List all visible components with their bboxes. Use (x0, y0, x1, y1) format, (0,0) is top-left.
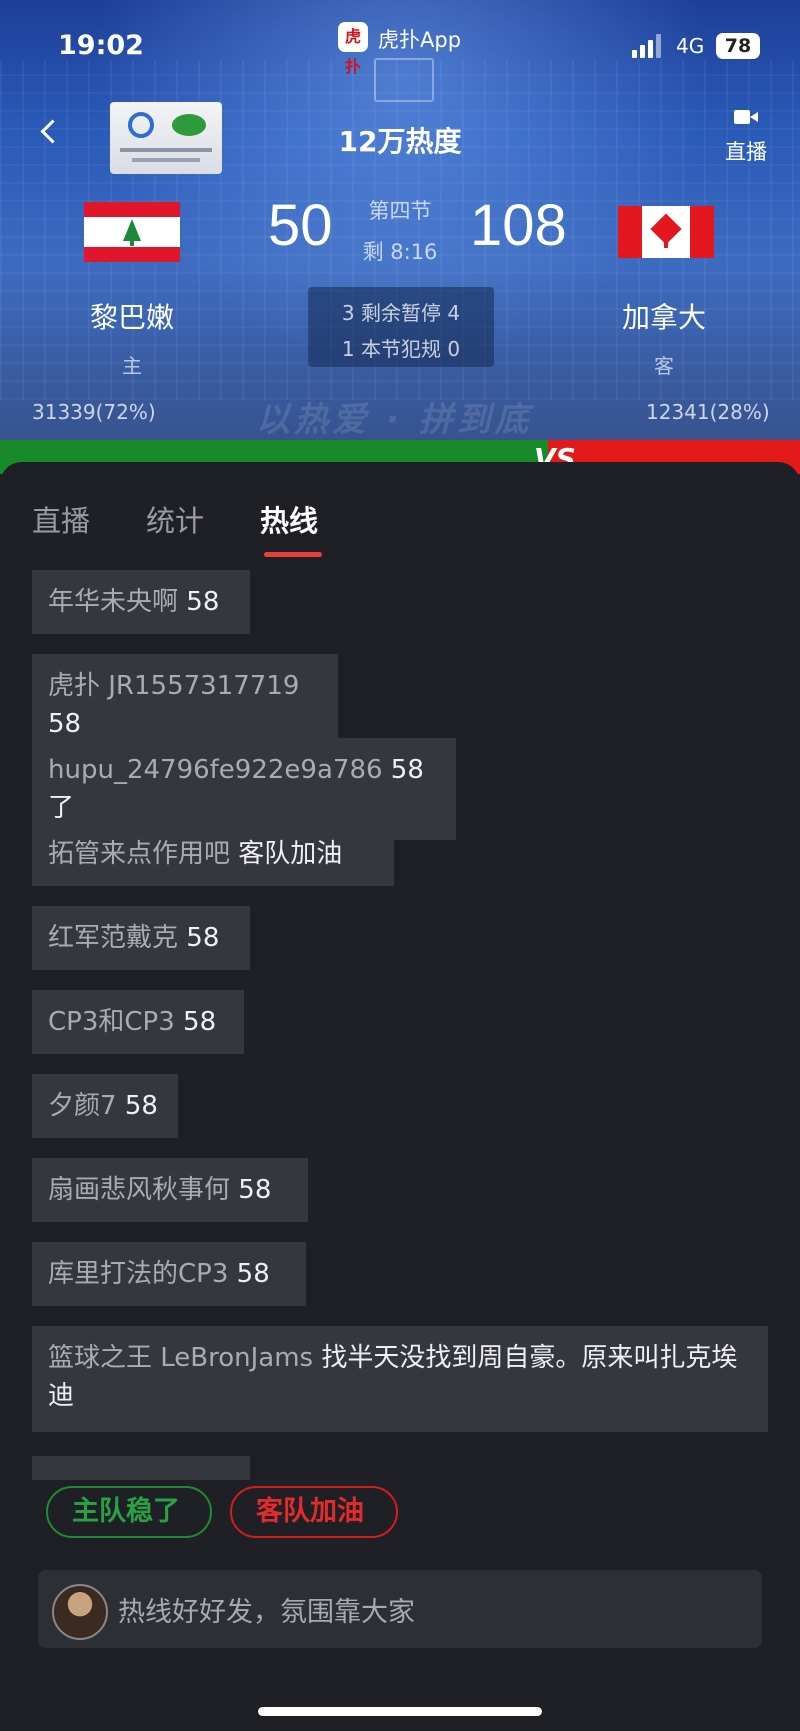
game-period: 第四节 (368, 199, 432, 223)
message-item[interactable]: 夕颜7 58 (32, 1074, 178, 1138)
message-text: 58 (124, 1091, 158, 1121)
message-text: 客队加油 (238, 839, 343, 869)
message-item[interactable]: 红军范戴克 58 (32, 906, 250, 970)
fiba-world-cup-logo (110, 102, 222, 174)
message-user: 虎扑 JR1557317719 (48, 671, 300, 701)
period-fouls: 1 本节犯规 0 (341, 337, 461, 361)
message-item[interactable]: CP3和CP3 58 (32, 990, 244, 1054)
tab-bar: 直播 统计 热线 (0, 462, 800, 558)
message-text: 58 (183, 1007, 217, 1037)
tab-hotline[interactable]: 热线 (260, 498, 318, 540)
user-avatar (52, 1584, 108, 1640)
message-user: 扇画悲风秋事何 (48, 1175, 231, 1205)
home-support-count: 31339(72%) (32, 400, 156, 424)
battery-icon: 78 (716, 33, 760, 59)
live-button-label: 直播 (725, 140, 767, 164)
message-user: 拓管来点作用吧 (48, 839, 231, 869)
quick-reply-away-button[interactable]: 客队加油 (230, 1486, 398, 1538)
live-button[interactable]: 直播 (720, 110, 770, 164)
away-score: 108 (470, 193, 567, 258)
message-user: 篮球之王 LeBronJams (48, 1343, 314, 1373)
message-item[interactable]: 库里打法的CP3 58 (32, 1242, 306, 1306)
quick-reply-home-button[interactable]: 主队稳了 (46, 1486, 212, 1538)
home-score: 50 (268, 193, 333, 258)
lebanon-flag-icon (84, 202, 180, 262)
comment-input-bar[interactable]: 热线好好发，氛围靠大家 (38, 1570, 762, 1648)
message-user: 库里打法的CP3 (48, 1259, 229, 1289)
heat-title: 12万热度 (338, 125, 462, 158)
signal-icon (632, 34, 662, 58)
away-role-label: 客 (654, 354, 674, 378)
status-time: 19:02 (58, 30, 144, 61)
message-item[interactable]: 拓管来点作用吧 客队加油 (32, 822, 394, 886)
hoop-graphic (374, 58, 434, 102)
message-user: 年华未央啊 (48, 587, 179, 617)
message-item[interactable]: 扇画悲风秋事何 58 (32, 1158, 308, 1222)
game-info-box: 3 剩余暂停 4 1 本节犯规 0 (308, 287, 494, 367)
tab-stats[interactable]: 统计 (146, 498, 204, 540)
message-text: 58 (236, 1259, 270, 1289)
home-indicator (258, 1707, 542, 1716)
comment-input-placeholder[interactable]: 热线好好发，氛围靠大家 (118, 1590, 415, 1629)
away-support-count: 12341(28%) (646, 400, 770, 424)
canada-flag-icon (618, 206, 714, 258)
timeouts-remaining: 3 剩余暂停 4 (341, 301, 461, 325)
video-camera-icon (734, 110, 758, 124)
active-tab-indicator (264, 552, 322, 557)
message-item[interactable]: 篮球之王 LeBronJams 找半天没找到周自豪。原来叫扎克埃迪 (32, 1326, 768, 1432)
message-text: 58 (186, 923, 220, 953)
message-user: 红军范戴克 (48, 923, 179, 953)
message-text: 58 (238, 1175, 272, 1205)
app-logo-icon: 虎扑 (338, 22, 368, 76)
message-text: 58 (186, 587, 220, 617)
message-user: hupu_24796fe922e9a786 (48, 755, 383, 785)
message-item-partial (32, 1456, 250, 1480)
network-type: 4G (676, 34, 705, 58)
message-item[interactable]: 年华未央啊 58 (32, 570, 250, 634)
message-user: 夕颜7 (48, 1091, 117, 1121)
game-header: 19:02 虎扑 虎扑App 4G 78 12万热度 直播 50 第四节 剩 8… (0, 0, 800, 440)
home-role-label: 主 (122, 354, 142, 378)
slogan-watermark: 以热爱 · 拼到底 (256, 400, 533, 440)
app-name: 虎扑App (378, 28, 462, 52)
tab-live[interactable]: 直播 (32, 498, 90, 540)
message-text: 58 (48, 709, 82, 739)
back-button[interactable] (38, 118, 62, 148)
game-clock: 剩 8:16 (362, 240, 438, 264)
home-team-name[interactable]: 黎巴嫩 (90, 296, 174, 336)
message-user: CP3和CP3 (48, 1007, 175, 1037)
away-team-name[interactable]: 加拿大 (622, 296, 706, 336)
